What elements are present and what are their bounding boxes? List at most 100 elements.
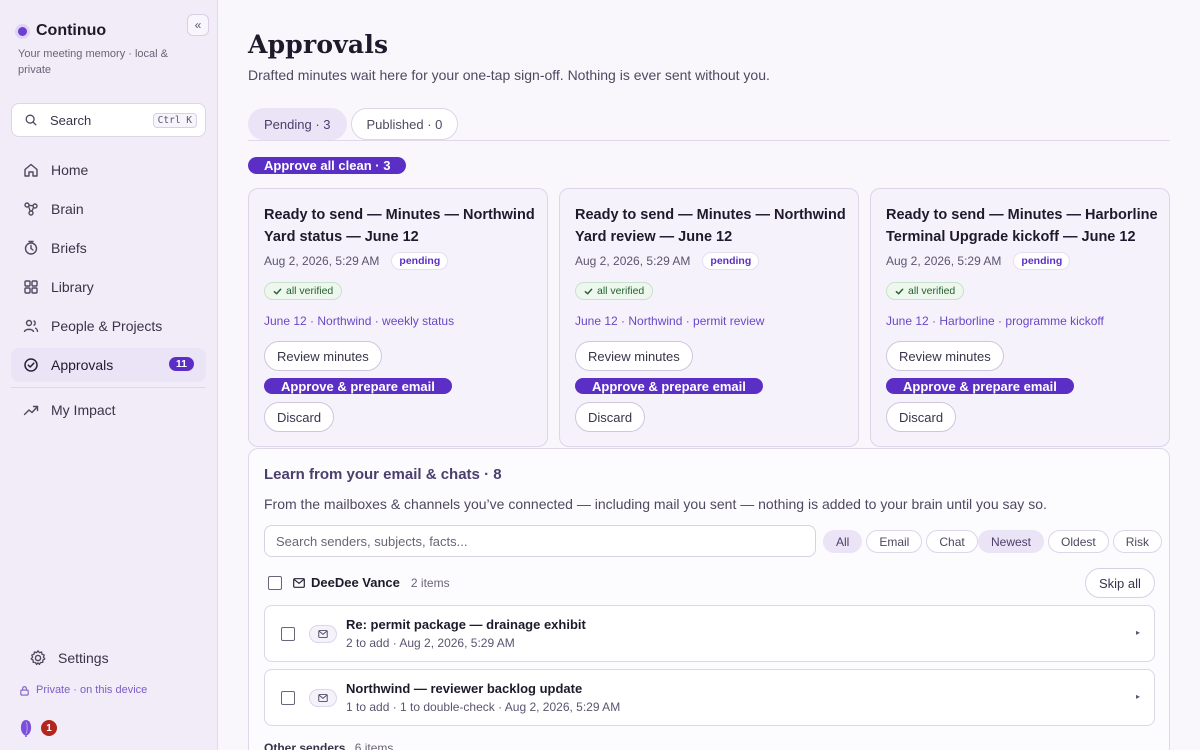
privacy-note-text: Private · on this device [36, 684, 148, 696]
search-shortcut: Ctrl K [152, 112, 197, 128]
approve-all-clean-button[interactable]: Approve all clean · 3 [248, 157, 407, 174]
learn-subtitle: From the mailboxes & channels you’ve con… [264, 496, 1047, 512]
mail-icon [293, 577, 305, 588]
mail-meta: 2 to add · Aug 2, 2026, 5:29 AM [346, 636, 515, 650]
review-minutes-button[interactable]: Review minutes [575, 341, 693, 371]
check-icon [895, 288, 904, 294]
app-tagline: Your meeting memory · local & private [18, 48, 168, 76]
sender-select-checkbox[interactable] [268, 576, 282, 590]
discard-button[interactable]: Discard [886, 402, 957, 432]
tab-published[interactable]: Published · 0 [350, 108, 459, 140]
card-date: Aug 2, 2026, 5:29 AM [575, 254, 691, 268]
expand-arrow-icon[interactable]: ▸ [1136, 628, 1140, 637]
sidebar-item-label: Approvals [51, 357, 114, 373]
learn-panel: Learn from your email & chats · 8 From t… [248, 448, 1170, 750]
verified-badge: all verified [264, 282, 343, 300]
clock-icon [24, 240, 38, 255]
sidebar-item-home[interactable]: Home [11, 153, 206, 187]
sidebar-item-people-projects[interactable]: People & Projects [11, 309, 206, 343]
sidebar-search[interactable]: Search Ctrl K [11, 103, 206, 137]
learn-search-input[interactable] [264, 525, 816, 557]
mail-type-badge [309, 625, 337, 643]
review-minutes-button[interactable]: Review minutes [886, 341, 1004, 371]
filter-chat[interactable]: Chat [926, 530, 978, 553]
collapse-sidebar-button[interactable]: « [187, 14, 209, 36]
sidebar-item-my-impact[interactable]: My Impact [11, 393, 206, 427]
learn-title: Learn from your email & chats · 8 [264, 466, 502, 483]
search-label: Search [50, 112, 92, 128]
tabs-divider [248, 140, 1170, 141]
card-date: Aug 2, 2026, 5:29 AM [886, 254, 1002, 268]
card-tags: June 12 · Northwind · permit review [575, 314, 765, 328]
sort-risk[interactable]: Risk [1112, 530, 1163, 553]
mail-type-badge [309, 689, 337, 707]
sidebar-item-label: My Impact [51, 402, 116, 418]
card-meta: Aug 2, 2026, 5:29 AM pending [575, 252, 760, 270]
approval-tabs: Pending · 3 Published · 0 [248, 108, 459, 140]
check-icon [273, 288, 282, 294]
sidebar-item-approvals[interactable]: Approvals 11 [11, 348, 206, 382]
review-minutes-button[interactable]: Review minutes [264, 341, 382, 371]
sidebar-item-settings[interactable]: Settings [18, 643, 206, 673]
mascot-avatar-icon[interactable] [19, 719, 33, 737]
sort-oldest[interactable]: Oldest [1048, 530, 1109, 553]
notification-badge[interactable]: 1 [41, 720, 57, 736]
discard-button[interactable]: Discard [575, 402, 646, 432]
check-icon [584, 288, 593, 294]
filter-email[interactable]: Email [866, 530, 923, 553]
other-senders-header[interactable]: Other senders 6 items [264, 741, 393, 750]
item-select-checkbox[interactable] [281, 627, 295, 641]
status-badge: pending [391, 252, 449, 270]
expand-arrow-icon[interactable]: ▸ [1136, 692, 1140, 701]
status-badge: pending [1013, 252, 1071, 270]
sidebar-item-brain[interactable]: Brain [11, 192, 206, 226]
people-icon [23, 319, 39, 333]
sidebar-item-label: Briefs [51, 240, 87, 256]
tab-pending[interactable]: Pending · 3 [248, 108, 347, 140]
mail-meta: 1 to add · 1 to double-check · Aug 2, 20… [346, 700, 621, 714]
approval-card: Ready to send — Minutes — Harborline Ter… [870, 188, 1170, 447]
page-title: Approvals [248, 30, 389, 59]
sidebar-item-briefs[interactable]: Briefs [11, 231, 206, 265]
mail-subject: Re: permit package — drainage exhibit [346, 617, 586, 632]
filter-all[interactable]: All [823, 530, 863, 553]
source-filter-group: All Email Chat [823, 530, 978, 553]
other-senders-label: Other senders [264, 741, 346, 750]
card-meta: Aug 2, 2026, 5:29 AM pending [264, 252, 449, 270]
sidebar-item-label: Brain [51, 201, 84, 217]
app-name: Continuo [36, 22, 107, 39]
grid-icon [24, 280, 38, 294]
discard-button[interactable]: Discard [264, 402, 335, 432]
approve-prepare-email-button[interactable]: Approve & prepare email [264, 378, 452, 394]
sidebar-item-label: People & Projects [51, 318, 163, 334]
approval-card: Ready to send — Minutes — Northwind Yard… [559, 188, 859, 447]
card-tags: June 12 · Harborline · programme kickoff [886, 314, 1104, 328]
verified-label: all verified [597, 285, 645, 297]
settings-label: Settings [58, 650, 109, 666]
verified-label: all verified [286, 285, 334, 297]
lock-icon [20, 685, 29, 696]
list-item[interactable]: Northwind — reviewer backlog update 1 to… [264, 669, 1155, 726]
mail-icon [318, 694, 328, 702]
sort-filter-group: Newest Oldest Risk [978, 530, 1163, 553]
verified-badge: all verified [575, 282, 654, 300]
card-meta: Aug 2, 2026, 5:29 AM pending [886, 252, 1071, 270]
privacy-note: Private · on this device [19, 684, 147, 696]
approvals-count-badge: 11 [168, 357, 194, 371]
sidebar-item-library[interactable]: Library [11, 270, 206, 304]
search-icon [25, 114, 37, 126]
sidebar-item-label: Library [51, 279, 94, 295]
card-date: Aug 2, 2026, 5:29 AM [264, 254, 380, 268]
approve-prepare-email-button[interactable]: Approve & prepare email [575, 378, 763, 394]
list-item[interactable]: Re: permit package — drainage exhibit 2 … [264, 605, 1155, 662]
sender-name: DeeDee Vance [311, 575, 400, 590]
nav-divider [11, 387, 206, 388]
sidebar-item-label: Home [51, 162, 89, 178]
sidebar: Continuo Your meeting memory · local & p… [0, 0, 218, 750]
approve-prepare-email-button[interactable]: Approve & prepare email [886, 378, 1074, 394]
skip-all-button[interactable]: Skip all [1085, 568, 1155, 598]
brand: Continuo [18, 22, 106, 40]
item-select-checkbox[interactable] [281, 691, 295, 705]
sort-newest[interactable]: Newest [978, 530, 1045, 553]
brand-dot-icon [18, 26, 27, 36]
